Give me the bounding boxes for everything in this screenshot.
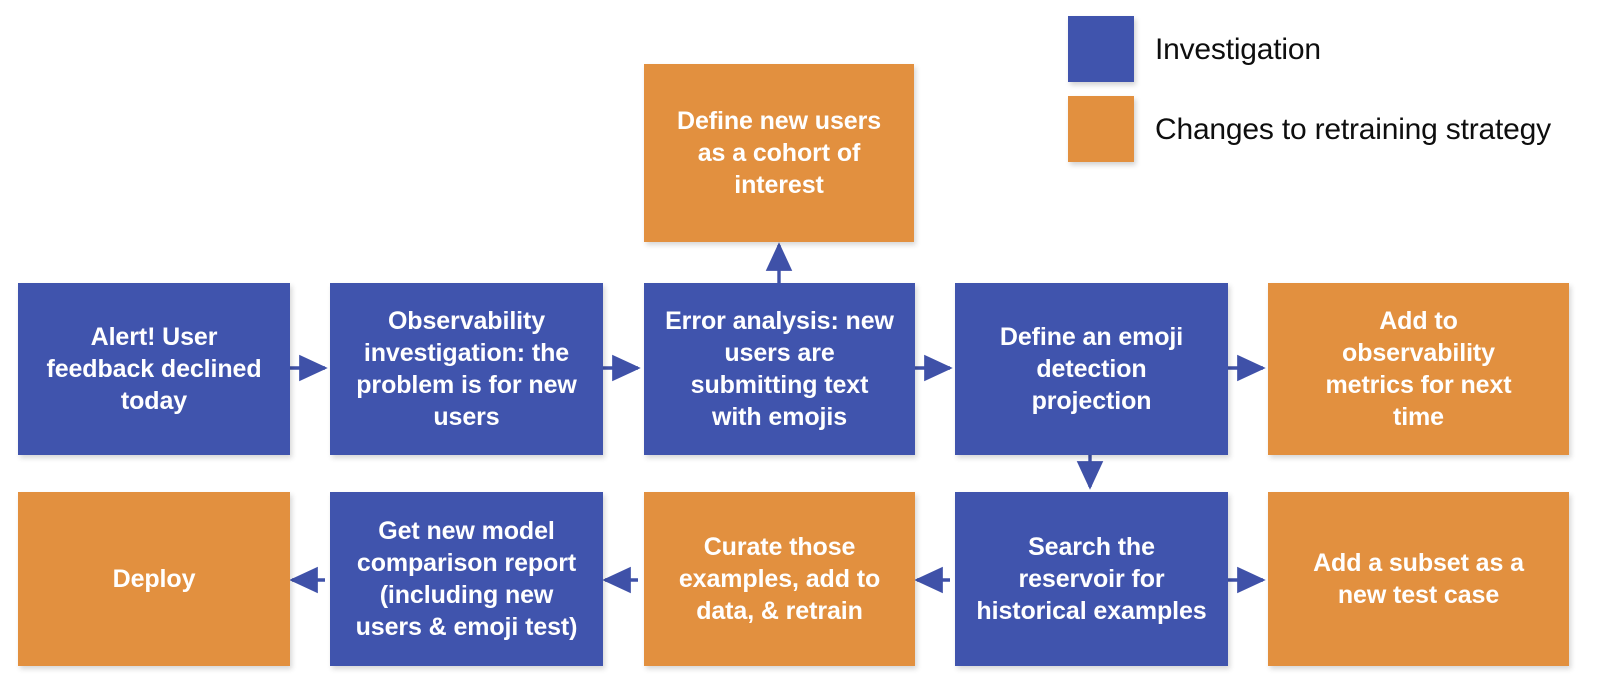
node-curate-examples-retrain[interactable]: Curate those examples, add to data, & re…: [644, 492, 915, 666]
node-error-analysis-emojis[interactable]: Error analysis: new users are submitting…: [644, 283, 915, 455]
node-label: Define an emoji detection projection: [999, 323, 1184, 415]
legend-label-investigation: Investigation: [1155, 33, 1321, 66]
node-label: Alert! User feedback declined today: [46, 323, 262, 415]
node-label: Error analysis: new users are submitting…: [665, 307, 894, 431]
legend-swatch-retraining: [1068, 96, 1134, 162]
node-label: Get new model comparison report (includi…: [355, 517, 578, 641]
node-alert-user-feedback-declined[interactable]: Alert! User feedback declined today: [18, 283, 290, 455]
legend-swatch-investigation: [1068, 16, 1134, 82]
node-label: Add a subset as a new test case: [1313, 549, 1524, 609]
node-label: Add to observability metrics for next ti…: [1325, 307, 1512, 431]
node-observability-investigation[interactable]: Observability investigation: the problem…: [330, 283, 603, 455]
node-label: Curate those examples, add to data, & re…: [678, 533, 881, 625]
node-add-subset-new-test-case[interactable]: Add a subset as a new test case: [1268, 492, 1569, 666]
node-label: Deploy: [112, 565, 196, 593]
node-deploy[interactable]: Deploy: [18, 492, 290, 666]
node-get-new-model-comparison-report[interactable]: Get new model comparison report (includi…: [330, 492, 603, 666]
node-label: Observability investigation: the problem…: [356, 307, 577, 431]
node-define-emoji-detection-projection[interactable]: Define an emoji detection projection: [955, 283, 1228, 455]
node-define-new-users-cohort[interactable]: Define new users as a cohort of interest: [644, 64, 914, 242]
node-add-to-observability-metrics[interactable]: Add to observability metrics for next ti…: [1268, 283, 1569, 455]
legend-label-retraining: Changes to retraining strategy: [1155, 113, 1551, 146]
node-label: Search the reservoir for historical exam…: [976, 533, 1207, 625]
node-label: Define new users as a cohort of interest: [676, 107, 882, 199]
node-search-reservoir-historical[interactable]: Search the reservoir for historical exam…: [955, 492, 1228, 666]
flowchart-canvas: Define new users as a cohort of interest…: [0, 0, 1600, 690]
